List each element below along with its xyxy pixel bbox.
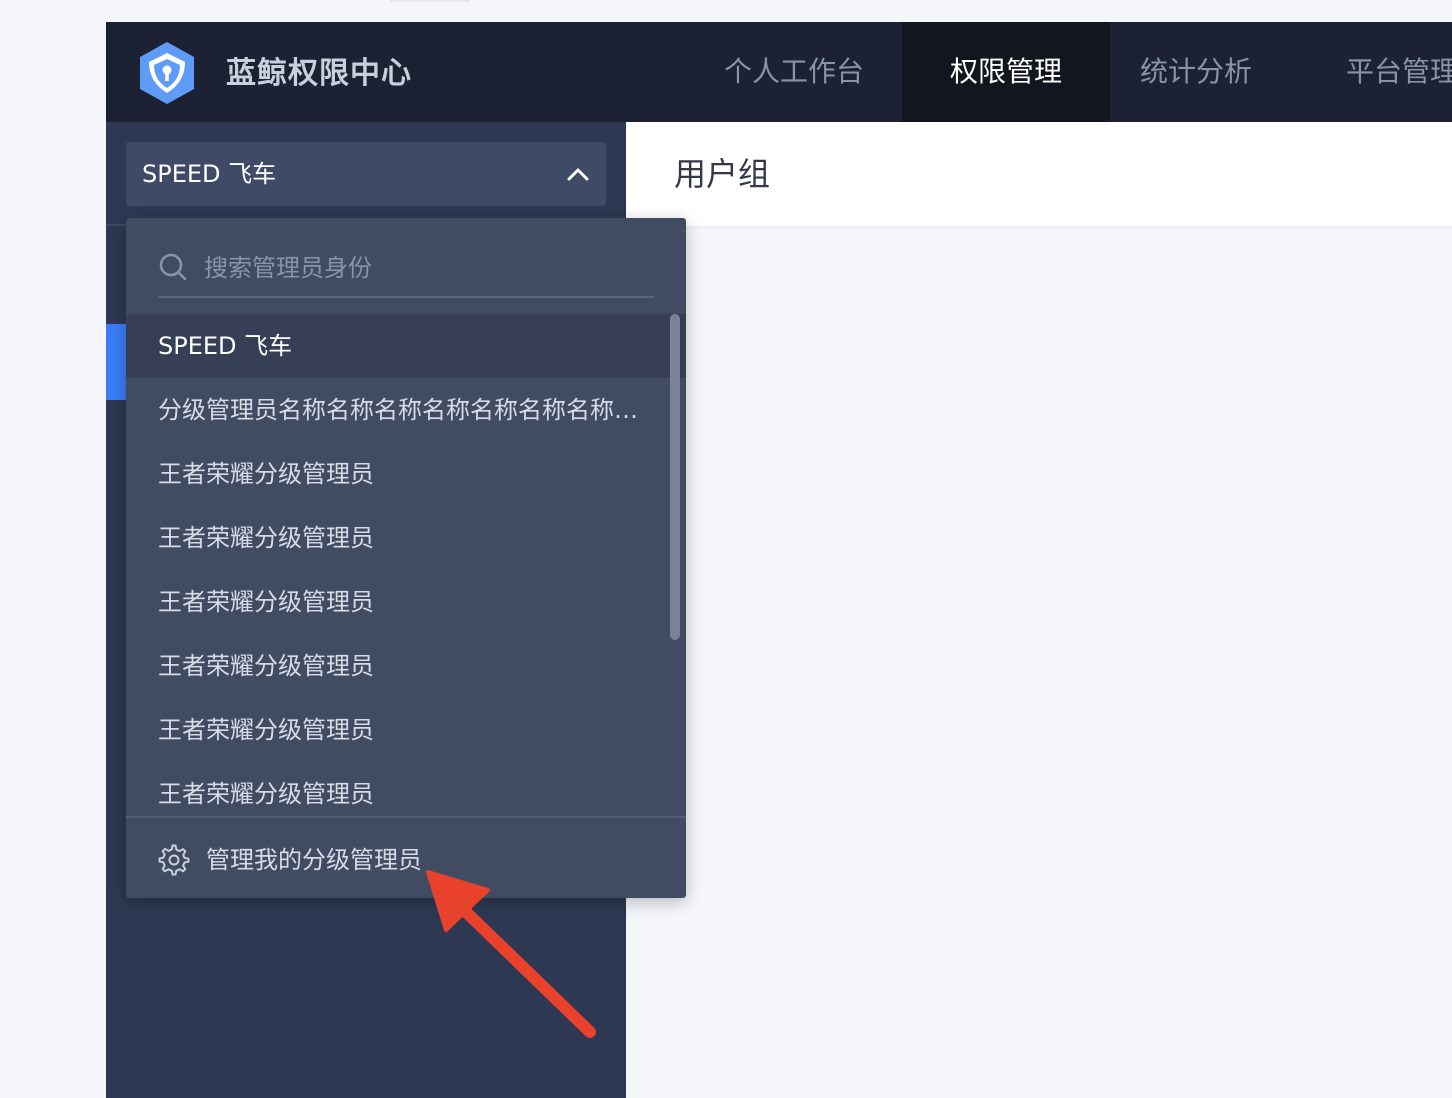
role-selector-value: SPEED 飞车	[142, 160, 277, 188]
search-box	[158, 246, 654, 298]
list-item[interactable]: 王者荣耀分级管理员	[126, 698, 686, 762]
nav-item-workbench[interactable]: 个人工作台	[696, 22, 892, 122]
gear-icon	[158, 844, 190, 876]
manage-grade-admins-label: 管理我的分级管理员	[206, 846, 422, 874]
role-dropdown: SPEED 飞车 分级管理员名称名称名称名称名称名称名称名称名称名称 王者荣耀分…	[126, 218, 686, 898]
list-item[interactable]: 王者荣耀分级管理员	[126, 634, 686, 698]
role-selector[interactable]: SPEED 飞车	[126, 142, 606, 206]
list-item[interactable]: 王者荣耀分级管理员	[126, 442, 686, 506]
scrollbar-thumb[interactable]	[670, 314, 680, 640]
role-list: SPEED 飞车 分级管理员名称名称名称名称名称名称名称名称名称名称 王者荣耀分…	[126, 314, 686, 816]
nav-item-statistics[interactable]: 统计分析	[1110, 22, 1282, 122]
search-input[interactable]	[204, 246, 644, 290]
top-strip	[390, 0, 470, 2]
sidebar-active-indicator	[106, 324, 126, 400]
list-item[interactable]: SPEED 飞车	[126, 314, 686, 378]
top-navbar: 蓝鲸权限中心 个人工作台 权限管理 统计分析 平台管理	[106, 22, 1452, 122]
list-item[interactable]: 分级管理员名称名称名称名称名称名称名称名称名称名称	[126, 378, 686, 442]
nav-item-permission-management[interactable]: 权限管理	[902, 22, 1110, 122]
search-icon	[159, 253, 187, 281]
shield-icon[interactable]	[136, 40, 198, 106]
list-item[interactable]: 王者荣耀分级管理员	[126, 506, 686, 570]
page-title: 用户组	[674, 155, 771, 193]
sidebar-divider	[106, 224, 126, 226]
list-item[interactable]: 王者荣耀分级管理员	[126, 570, 686, 634]
nav-item-platform-management[interactable]: 平台管理	[1346, 22, 1452, 122]
annotation-arrow	[426, 870, 596, 1038]
content-header: 用户组	[626, 122, 1452, 226]
app-title[interactable]: 蓝鲸权限中心	[226, 52, 412, 96]
list-item[interactable]: 王者荣耀分级管理员	[126, 762, 686, 816]
chevron-up-icon[interactable]	[564, 162, 592, 186]
